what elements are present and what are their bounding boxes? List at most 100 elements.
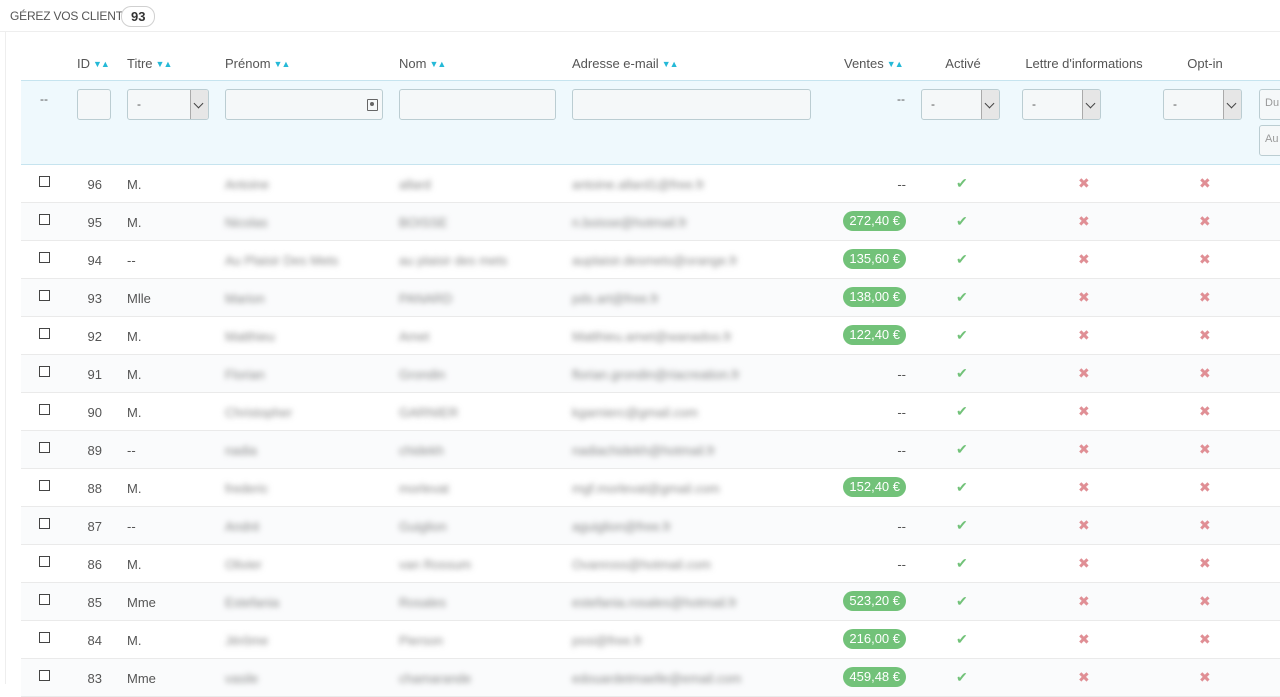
row-select-checkbox[interactable]: [39, 594, 50, 605]
filter-date-from-input[interactable]: Du: [1259, 89, 1280, 120]
filter-title-select[interactable]: -: [127, 89, 209, 120]
sort-arrows-icon[interactable]: ▼▲: [93, 56, 110, 72]
column-header-lastname[interactable]: Nom ▼▲: [399, 56, 446, 72]
check-icon[interactable]: ✔: [956, 594, 968, 608]
row-select-checkbox[interactable]: [39, 252, 50, 263]
check-icon[interactable]: ✔: [956, 518, 968, 532]
sort-arrows-icon[interactable]: ▼▲: [429, 56, 446, 72]
check-icon[interactable]: ✔: [956, 214, 968, 228]
sales-empty: --: [897, 557, 906, 572]
cross-icon[interactable]: ✖: [1078, 480, 1090, 494]
cross-icon[interactable]: ✖: [1078, 404, 1090, 418]
table-row[interactable]: 89 -- nadia chidekh nadiachidekh@hotmail.fr -…: [21, 431, 1280, 469]
row-select-checkbox[interactable]: [39, 214, 50, 225]
cross-icon[interactable]: ✖: [1199, 480, 1211, 494]
cross-icon[interactable]: ✖: [1199, 176, 1211, 190]
customer-id: 91: [87, 367, 102, 382]
cross-icon[interactable]: ✖: [1199, 670, 1211, 684]
cross-icon[interactable]: ✖: [1078, 670, 1090, 684]
row-select-checkbox[interactable]: [39, 366, 50, 377]
cross-icon[interactable]: ✖: [1199, 594, 1211, 608]
customer-id: 95: [87, 215, 102, 230]
column-header-label: Nom: [399, 56, 427, 71]
column-header-sales[interactable]: Ventes ▼▲: [844, 56, 904, 72]
column-header-id[interactable]: ID ▼▲: [77, 56, 110, 72]
cross-icon[interactable]: ✖: [1199, 290, 1211, 304]
column-header-email[interactable]: Adresse e-mail ▼▲: [572, 56, 679, 72]
cross-icon[interactable]: ✖: [1078, 366, 1090, 380]
row-select-checkbox[interactable]: [39, 442, 50, 453]
row-select-checkbox[interactable]: [39, 328, 50, 339]
sort-arrows-icon[interactable]: ▼▲: [156, 56, 173, 72]
table-row[interactable]: 92 M. Matthieu Amet Matthieu.amet@wanadoo.fr…: [21, 317, 1280, 355]
cross-icon[interactable]: ✖: [1199, 518, 1211, 532]
table-row[interactable]: 88 M. frederic morlevat mgf.morlevat@gmail.c…: [21, 469, 1280, 507]
cross-icon[interactable]: ✖: [1078, 518, 1090, 532]
table-row[interactable]: 93 Mlle Marion PANARD pds.art@free.fr 138,00 …: [21, 279, 1280, 317]
table-row[interactable]: 84 M. Jérôme Pierson pssi@free.fr 216,00 € ✔ ✖ ✖: [21, 621, 1280, 659]
row-select-checkbox[interactable]: [39, 556, 50, 567]
sort-arrows-icon[interactable]: ▼▲: [887, 56, 904, 72]
filter-active-select[interactable]: -: [921, 89, 1000, 120]
table-row[interactable]: 87 -- André Guiglion aguiglion@free.fr -- ✔ ✖ ✖: [21, 507, 1280, 545]
filter-row: -- - -- - - - Du Au: [21, 80, 1280, 165]
filter-firstname-input[interactable]: [225, 89, 383, 120]
customer-title: M.: [127, 177, 142, 192]
filter-date-to-input[interactable]: Au: [1259, 125, 1280, 156]
cross-icon[interactable]: ✖: [1199, 556, 1211, 570]
sort-arrows-icon[interactable]: ▼▲: [274, 56, 291, 72]
filter-optin-select[interactable]: -: [1163, 89, 1242, 120]
table-row[interactable]: 86 M. Olivier van Rossum Ovanross@hotmail.co…: [21, 545, 1280, 583]
row-select-checkbox[interactable]: [39, 670, 50, 681]
cross-icon[interactable]: ✖: [1199, 252, 1211, 266]
column-header-label: Adresse e-mail: [572, 56, 659, 71]
cross-icon[interactable]: ✖: [1199, 404, 1211, 418]
cross-icon[interactable]: ✖: [1078, 176, 1090, 190]
cross-icon[interactable]: ✖: [1078, 252, 1090, 266]
row-select-checkbox[interactable]: [39, 518, 50, 529]
cross-icon[interactable]: ✖: [1078, 632, 1090, 646]
customer-id: 84: [87, 633, 102, 648]
filter-lastname-input[interactable]: [399, 89, 556, 120]
check-icon[interactable]: ✔: [956, 480, 968, 494]
check-icon[interactable]: ✔: [956, 632, 968, 646]
check-icon[interactable]: ✔: [956, 442, 968, 456]
cross-icon[interactable]: ✖: [1199, 214, 1211, 228]
sort-arrows-icon[interactable]: ▼▲: [662, 56, 679, 72]
cross-icon[interactable]: ✖: [1078, 328, 1090, 342]
row-select-checkbox[interactable]: [39, 176, 50, 187]
check-icon[interactable]: ✔: [956, 176, 968, 190]
check-icon[interactable]: ✔: [956, 290, 968, 304]
table-row[interactable]: 94 -- Au Plaisir Des Mets au plaisir des me…: [21, 241, 1280, 279]
cross-icon[interactable]: ✖: [1078, 556, 1090, 570]
check-icon[interactable]: ✔: [956, 252, 968, 266]
row-select-checkbox[interactable]: [39, 404, 50, 415]
cross-icon[interactable]: ✖: [1199, 328, 1211, 342]
row-select-checkbox[interactable]: [39, 632, 50, 643]
table-row[interactable]: 90 M. Christopher GARNIER kgarnierc@gmail.co…: [21, 393, 1280, 431]
row-select-checkbox[interactable]: [39, 290, 50, 301]
cross-icon[interactable]: ✖: [1078, 290, 1090, 304]
check-icon[interactable]: ✔: [956, 556, 968, 570]
column-header-firstname[interactable]: Prénom ▼▲: [225, 56, 291, 72]
table-row[interactable]: 83 Mme vasile chamarande edouardetmaelle@ema…: [21, 659, 1280, 697]
column-header-title[interactable]: Titre ▼▲: [127, 56, 173, 72]
cross-icon[interactable]: ✖: [1199, 442, 1211, 456]
table-row[interactable]: 85 Mme Estefania Rosales estefania.rosales@h…: [21, 583, 1280, 621]
cross-icon[interactable]: ✖: [1199, 366, 1211, 380]
check-icon[interactable]: ✔: [956, 404, 968, 418]
cross-icon[interactable]: ✖: [1078, 442, 1090, 456]
filter-id-input[interactable]: [77, 89, 111, 120]
table-row[interactable]: 91 M. Florian Grondin florian.grondin@riacre…: [21, 355, 1280, 393]
check-icon[interactable]: ✔: [956, 328, 968, 342]
check-icon[interactable]: ✔: [956, 670, 968, 684]
cross-icon[interactable]: ✖: [1078, 594, 1090, 608]
filter-email-input[interactable]: [572, 89, 811, 120]
filter-newsletter-select[interactable]: -: [1022, 89, 1101, 120]
table-row[interactable]: 95 M. Nicolas BOISSE n.boisse@hotmail.fr 272,…: [21, 203, 1280, 241]
check-icon[interactable]: ✔: [956, 366, 968, 380]
row-select-checkbox[interactable]: [39, 480, 50, 491]
cross-icon[interactable]: ✖: [1078, 214, 1090, 228]
cross-icon[interactable]: ✖: [1199, 632, 1211, 646]
table-row[interactable]: 96 M. Antoine allard antoine.allard1@free.fr…: [21, 165, 1280, 203]
